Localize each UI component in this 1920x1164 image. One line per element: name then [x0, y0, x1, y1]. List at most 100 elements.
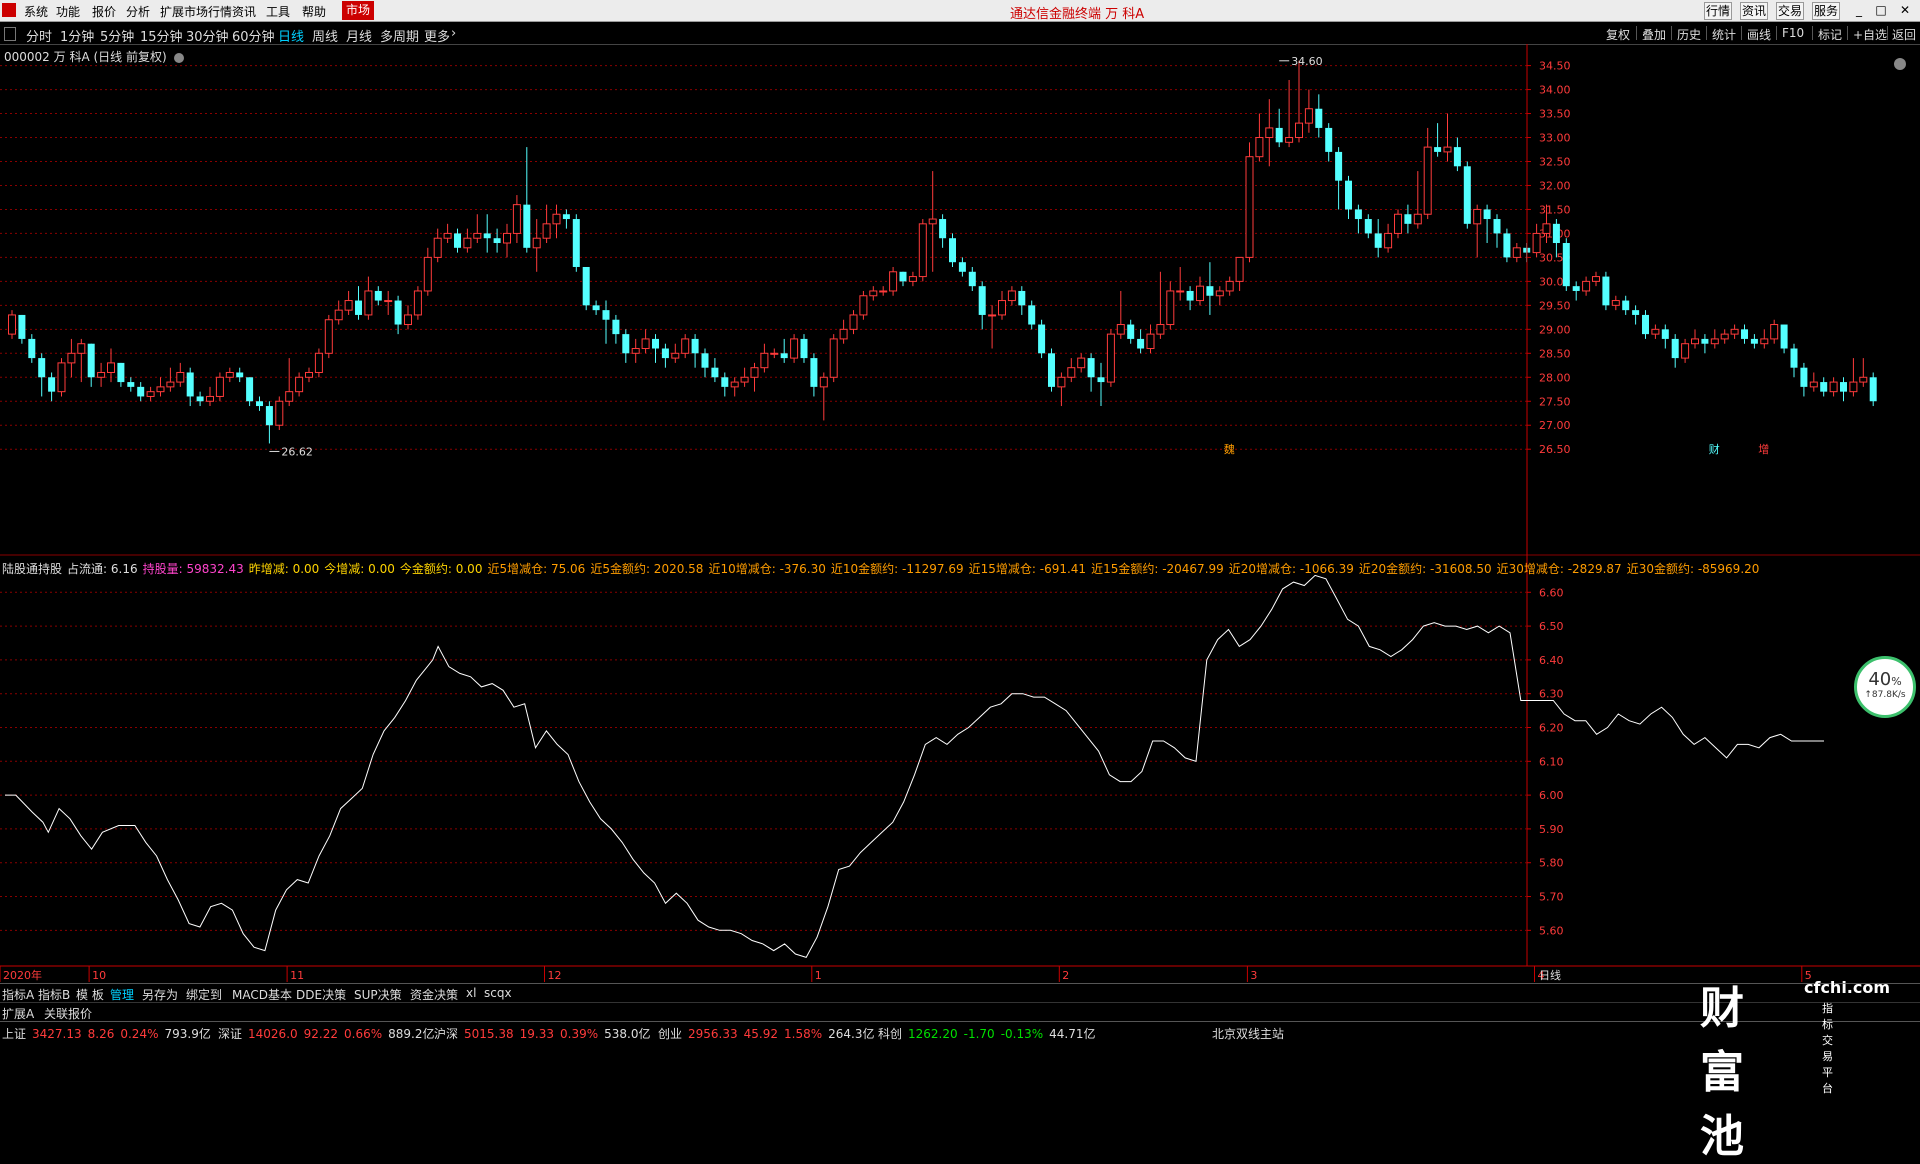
candle	[18, 314, 26, 344]
candle	[225, 367, 234, 383]
indicator-tab[interactable]: xl	[466, 986, 476, 1000]
tool-statistics[interactable]: 统计	[1712, 26, 1736, 43]
candle	[48, 372, 56, 402]
extension-tab[interactable]: 关联报价	[44, 1005, 92, 1022]
candle	[889, 266, 898, 296]
candle-body	[1532, 232, 1541, 254]
btn-trade[interactable]: 交易	[1776, 2, 1804, 20]
candle	[1235, 256, 1244, 291]
candle	[1681, 338, 1690, 363]
candle	[1750, 334, 1758, 349]
candle	[1304, 89, 1313, 133]
btn-news[interactable]: 资讯	[1740, 2, 1768, 20]
indicator-tab[interactable]: 资金决策	[410, 986, 458, 1003]
period-multi[interactable]: 多周期	[380, 26, 419, 45]
index-quote[interactable]: 创业 2956.33 45.92 1.58% 264.3亿	[658, 1025, 880, 1042]
candle-body	[413, 290, 422, 316]
kline-chart[interactable]: 34.5034.0033.5033.0032.5032.0031.5031.00…	[0, 44, 1920, 984]
menu-help[interactable]: 帮助	[302, 3, 326, 20]
maximize-icon[interactable]: □	[1872, 2, 1890, 18]
index-quote[interactable]: 上证 3427.13 8.26 0.24% 793.9亿	[2, 1025, 217, 1042]
candle	[1720, 329, 1729, 344]
candle	[829, 334, 838, 383]
menu-market[interactable]: 市场	[342, 1, 375, 20]
candle	[1127, 319, 1135, 344]
candle	[1097, 362, 1105, 407]
btn-quotes[interactable]: 行情	[1704, 2, 1732, 20]
period-15min[interactable]: 15分钟	[140, 26, 183, 45]
period-60min[interactable]: 60分钟	[232, 26, 275, 45]
menu-quote[interactable]: 报价	[92, 3, 116, 20]
extension-tab[interactable]: 扩展A	[2, 1005, 34, 1022]
network-speed-widget[interactable]: 40% ↑87.8K/s	[1854, 656, 1916, 718]
candle	[1572, 281, 1580, 301]
menu-function[interactable]: 功能	[56, 3, 80, 20]
period-30min[interactable]: 30分钟	[186, 26, 229, 45]
tool-f10[interactable]: F10	[1782, 26, 1804, 40]
menu-analysis[interactable]: 分析	[126, 3, 150, 20]
menu-ext-market[interactable]: 扩展市场行情	[160, 3, 232, 20]
period-timeshare[interactable]: 分时	[26, 26, 52, 45]
period-daily[interactable]: 日线	[278, 26, 304, 45]
watermark-sub: 指标交易平台	[1822, 1002, 1833, 1095]
panel-toggle-icon[interactable]	[4, 27, 16, 41]
server-status[interactable]: 北京双线主站	[1212, 1025, 1284, 1042]
menu-tools[interactable]: 工具	[266, 3, 290, 20]
candle	[57, 358, 66, 397]
candle	[701, 348, 709, 378]
menu-system[interactable]: 系统	[24, 3, 48, 20]
indicator-value: 陆股通持股	[2, 562, 63, 576]
candle-body	[1285, 137, 1294, 143]
candle	[1315, 94, 1323, 138]
candle	[355, 286, 362, 320]
candle	[364, 276, 373, 320]
indicator-tab[interactable]: 指标B	[38, 986, 70, 1003]
menu-news[interactable]: 资讯	[232, 3, 256, 20]
x-tick-label: 10	[92, 969, 106, 982]
settings-gear-icon[interactable]	[174, 52, 185, 63]
candle-body	[879, 290, 888, 293]
period-monthly[interactable]: 月线	[346, 26, 372, 45]
candle	[215, 372, 224, 402]
candle	[156, 377, 165, 397]
candle	[1642, 310, 1649, 339]
indicator-tab[interactable]: DDE决策	[296, 986, 346, 1003]
tool-mark[interactable]: 标记	[1818, 26, 1842, 43]
period-weekly[interactable]: 周线	[312, 26, 338, 45]
indicator-tab[interactable]: MACD基本	[232, 986, 292, 1003]
index-quote[interactable]: 深证 14026.0 92.22 0.66% 889.2亿	[218, 1025, 440, 1042]
panel-close-icon[interactable]	[1894, 58, 1906, 70]
indicator-tab[interactable]: 另存为	[142, 986, 178, 1003]
indicator-tab[interactable]: 模 板	[76, 986, 104, 1003]
candle	[918, 219, 927, 282]
indicator-tab[interactable]: scqx	[484, 986, 512, 1000]
minimize-icon[interactable]: _	[1850, 2, 1868, 18]
period-more[interactable]: 更多	[424, 26, 450, 45]
tool-adjust[interactable]: 复权	[1606, 26, 1630, 43]
close-icon[interactable]: ✕	[1896, 2, 1914, 18]
indicator-tabs: 指标A 指标B 模 板管理 另存为 绑定到 MACD基本 DDE决策 SUP决策 资金决策 xl s…	[0, 983, 1920, 1002]
indicator-tab[interactable]: 管理	[110, 986, 134, 1003]
indicator-tab[interactable]: 指标A	[2, 986, 34, 1003]
period-1min[interactable]: 1分钟	[60, 26, 94, 45]
candle-body	[334, 309, 343, 321]
tool-history[interactable]: 历史	[1677, 26, 1701, 43]
candle-body	[1691, 338, 1699, 345]
period-5min[interactable]: 5分钟	[100, 26, 134, 45]
candle	[1434, 123, 1442, 157]
event-marker: 增	[1758, 442, 1769, 456]
chevron-right-icon[interactable]: ›	[451, 26, 456, 41]
tool-drawing[interactable]: 画线	[1747, 26, 1771, 43]
candle-body	[1512, 247, 1521, 258]
candle-body	[552, 213, 561, 225]
indicator-tab[interactable]: 绑定到	[186, 986, 222, 1003]
btn-service[interactable]: 服务	[1812, 2, 1840, 20]
indicator-tab[interactable]: SUP决策	[354, 986, 402, 1003]
tool-back[interactable]: 返回	[1892, 26, 1916, 43]
tool-add-watchlist[interactable]: +自选	[1853, 26, 1887, 43]
candle	[1255, 113, 1264, 162]
index-quote[interactable]: 科创 1262.20 -1.70 -0.13% 44.71亿	[878, 1025, 1102, 1042]
app-logo-icon	[2, 3, 16, 17]
tool-overlay[interactable]: 叠加	[1642, 26, 1666, 43]
index-quote[interactable]: 沪深 5015.38 19.33 0.39% 538.0亿	[434, 1025, 656, 1042]
